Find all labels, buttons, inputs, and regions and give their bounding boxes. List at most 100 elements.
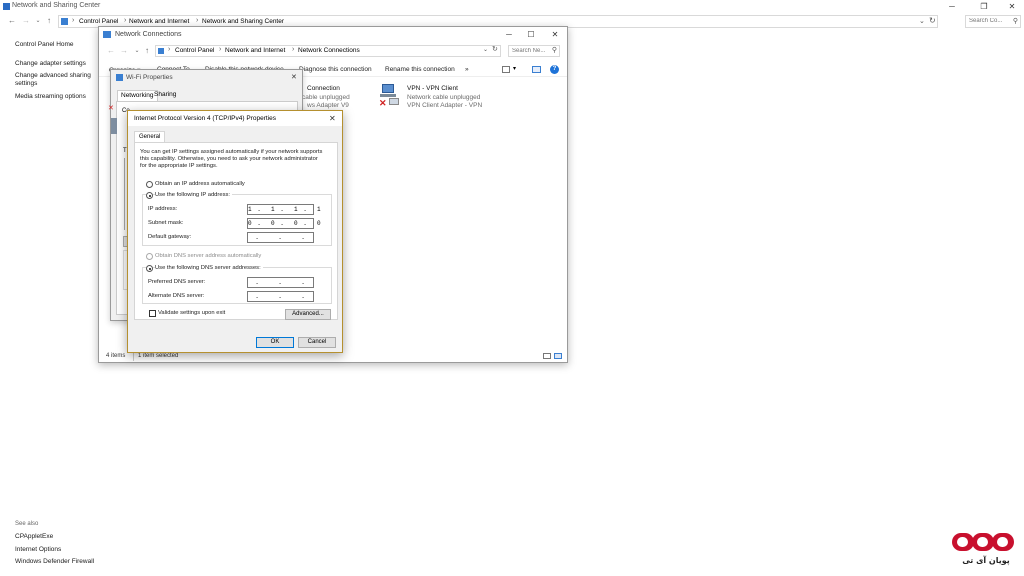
status-divider [133, 352, 134, 361]
view-dropdown-icon[interactable]: ▾ [513, 65, 516, 72]
tab-sharing[interactable]: Sharing [151, 90, 179, 101]
sidebar-change-adapter[interactable]: Change adapter settings [15, 60, 86, 67]
radio-dns-auto[interactable] [146, 253, 153, 260]
close-icon[interactable]: ✕ [1000, 1, 1024, 12]
default-gateway-label: Default gateway: [148, 234, 192, 240]
breadcrumb-network-internet[interactable]: Network and Internet [129, 18, 189, 25]
nc-refresh-icon[interactable]: ↻ [492, 45, 498, 53]
network-connections-icon [103, 31, 111, 38]
help-icon[interactable]: ? [550, 65, 559, 74]
radio-ip-auto[interactable] [146, 181, 153, 188]
adapter-icon [111, 118, 117, 134]
nc-close-icon[interactable]: ✕ [543, 29, 567, 40]
alternate-dns-label: Alternate DNS server: [148, 293, 205, 299]
nc-search-icon: ⚲ [551, 47, 557, 54]
search-icon: ⚲ [1012, 18, 1018, 25]
back-arrow-icon[interactable]: ← [6, 15, 18, 27]
main-search-box[interactable]: ⚲ [965, 15, 1021, 28]
change-view-icon[interactable] [502, 66, 510, 73]
validate-checkbox-label[interactable]: Validate settings upon exit [158, 310, 225, 316]
details-view-icon[interactable] [543, 353, 551, 359]
up-arrow-icon[interactable]: ↑ [43, 15, 55, 27]
sidebar-media-streaming[interactable]: Media streaming options [15, 93, 86, 100]
preferred-dns-field[interactable]: . . . [247, 277, 314, 288]
see-also-internet-options[interactable]: Internet Options [15, 546, 61, 553]
nc-maximize-icon[interactable]: ☐ [519, 29, 543, 40]
toolbar-rename[interactable]: Rename this connection [385, 66, 455, 73]
ipv4-close-icon[interactable]: ✕ [329, 114, 336, 123]
watermark-text: پویان آی تی [962, 556, 1010, 565]
radio-dns-manual-label[interactable]: Use the following DNS server addresses: [155, 265, 263, 271]
validate-checkbox[interactable] [149, 310, 156, 317]
main-search-input[interactable] [969, 18, 1013, 24]
breadcrumb-control-panel[interactable]: Control Panel [79, 18, 118, 25]
preview-pane-icon[interactable] [532, 66, 541, 73]
status-item-count: 4 items [106, 353, 126, 359]
main-titlebar: Network and Sharing Center ─ ❐ ✕ [0, 0, 1024, 13]
minimize-icon[interactable]: ─ [940, 1, 964, 12]
main-window-title: Network and Sharing Center [12, 2, 101, 9]
cancel-button[interactable]: Cancel [298, 337, 336, 348]
alternate-dns-field[interactable]: . . . [247, 291, 314, 302]
address-dropdown-icon[interactable]: ⌄ [919, 17, 925, 25]
nc-breadcrumb-control-panel[interactable]: Control Panel [175, 47, 214, 54]
watermark-logo [952, 533, 1016, 553]
sidebar-advanced-sharing[interactable]: Change advanced sharing settings [15, 72, 95, 88]
ipv4-titlebar: Internet Protocol Version 4 (TCP/IPv4) P… [128, 111, 342, 126]
vpn-connection-name[interactable]: VPN - VPN Client [407, 85, 458, 92]
subnet-mask-field[interactable]: 0 . 0 . 0 . 0 [247, 218, 321, 229]
nc-search-input[interactable] [512, 48, 550, 54]
control-panel-icon [61, 18, 68, 25]
breadcrumb-sharing-center[interactable]: Network and Sharing Center [202, 18, 284, 25]
ipv4-properties-dialog: Internet Protocol Version 4 (TCP/IPv4) P… [127, 110, 343, 353]
maximize-icon[interactable]: ❐ [972, 1, 996, 12]
description-line-1: You can get IP settings assigned automat… [140, 149, 323, 155]
wifi-properties-icon [116, 74, 123, 81]
see-also-label: See also [15, 521, 39, 527]
ok-button[interactable]: OK [256, 337, 294, 348]
nc-breadcrumb-network-connections[interactable]: Network Connections [298, 47, 360, 54]
connection-1-adapter: ws Adapter V9 [307, 102, 349, 109]
radio-ip-auto-label[interactable]: Obtain an IP address automatically [155, 181, 245, 187]
radio-dns-manual[interactable] [146, 265, 153, 272]
connection-1-status: cable unplugged [302, 94, 350, 101]
nc-address-field[interactable]: › Control Panel › Network and Internet ›… [155, 45, 501, 57]
radio-ip-manual[interactable] [146, 192, 153, 199]
wifi-close-icon[interactable]: ✕ [291, 73, 297, 81]
ipv4-dialog-title: Internet Protocol Version 4 (TCP/IPv4) P… [134, 115, 276, 122]
nc-control-panel-icon [158, 48, 164, 54]
nc-window-title: Network Connections [115, 31, 182, 38]
ip-address-label: IP address: [148, 206, 178, 212]
nc-address-dropdown-icon[interactable]: ⌄ [483, 46, 488, 53]
description-line-3: for the appropriate IP settings. [140, 163, 218, 169]
vpn-connection-status: Network cable unplugged [407, 94, 481, 101]
see-also-firewall[interactable]: Windows Defender Firewall [15, 558, 94, 565]
nc-forward-icon[interactable]: → [118, 45, 130, 57]
subnet-mask-label: Subnet mask: [148, 220, 184, 226]
red-x-icon: ✕ [108, 105, 114, 112]
radio-ip-manual-label[interactable]: Use the following IP address: [155, 192, 232, 198]
vpn-disconnected-x-icon: ✕ [379, 98, 387, 108]
status-selected: 1 item selected [138, 353, 179, 359]
toolbar-diagnose[interactable]: Diagnose this connection [299, 66, 372, 73]
nc-search-box[interactable]: ⚲ [508, 45, 560, 57]
network-center-icon [3, 3, 10, 10]
nc-breadcrumb-network-internet[interactable]: Network and Internet [225, 47, 285, 54]
nc-up-icon[interactable]: ↑ [141, 45, 153, 57]
default-gateway-field[interactable]: . . . [247, 232, 314, 243]
nc-back-icon[interactable]: ← [105, 45, 117, 57]
see-also-cpappletexe[interactable]: CPAppletExe [15, 533, 53, 540]
description-line-2: this capability. Otherwise, you need to … [140, 156, 318, 162]
connection-1-name[interactable]: Connection [307, 85, 340, 92]
forward-arrow-icon[interactable]: → [20, 15, 32, 27]
advanced-button[interactable]: Advanced... [285, 309, 331, 320]
large-icons-view-icon[interactable] [554, 353, 562, 359]
wifi-properties-title: Wi-Fi Properties [126, 74, 173, 81]
toolbar-more[interactable]: » [465, 66, 469, 73]
ip-address-field[interactable]: 1 . 1 . 1 . 1 [247, 204, 321, 215]
radio-dns-auto-label[interactable]: Obtain DNS server address automatically [155, 253, 261, 259]
nc-minimize-icon[interactable]: ─ [497, 29, 521, 40]
vpn-adapter-icon[interactable] [380, 84, 398, 98]
refresh-icon[interactable]: ↻ [929, 16, 936, 25]
sidebar-control-panel-home[interactable]: Control Panel Home [15, 41, 74, 48]
